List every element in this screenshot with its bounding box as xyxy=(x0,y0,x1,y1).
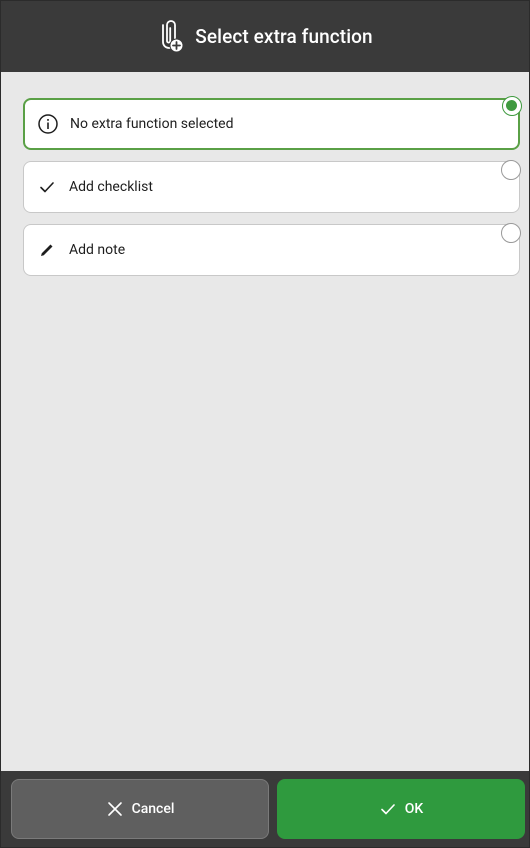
checkmark-icon xyxy=(379,800,397,818)
option-label: Add note xyxy=(69,242,126,258)
options-list: No extra function selected Add checklist… xyxy=(1,72,529,771)
pencil-icon xyxy=(34,237,60,263)
ok-button-label: OK xyxy=(404,801,424,817)
radio-no-extra-function[interactable] xyxy=(502,96,522,116)
checkmark-icon xyxy=(34,174,60,200)
close-icon xyxy=(106,800,124,818)
dialog-footer: Cancel OK xyxy=(1,771,529,847)
paperclip-add-icon xyxy=(157,19,185,55)
cancel-button-label: Cancel xyxy=(131,801,175,817)
select-extra-function-dialog: Select extra function No extra function … xyxy=(0,0,530,848)
ok-button[interactable]: OK xyxy=(277,779,525,839)
radio-add-checklist[interactable] xyxy=(501,160,521,180)
option-label: Add checklist xyxy=(69,179,153,195)
option-label: No extra function selected xyxy=(70,116,234,132)
cancel-button[interactable]: Cancel xyxy=(11,779,269,839)
dialog-title: Select extra function xyxy=(195,25,373,48)
info-icon xyxy=(35,111,61,137)
option-add-note[interactable]: Add note xyxy=(23,224,520,276)
dialog-header: Select extra function xyxy=(1,1,529,72)
option-no-extra-function[interactable]: No extra function selected xyxy=(23,98,520,150)
radio-add-note[interactable] xyxy=(501,223,521,243)
option-add-checklist[interactable]: Add checklist xyxy=(23,161,520,213)
